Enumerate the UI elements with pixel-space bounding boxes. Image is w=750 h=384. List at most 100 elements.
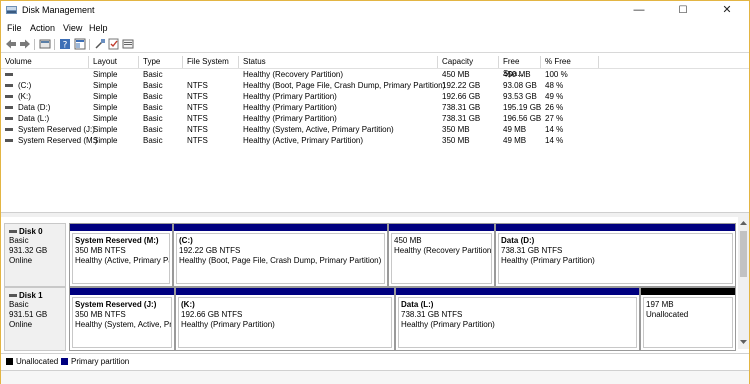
volume-icon [5, 139, 13, 142]
disk-size: 931.32 GB [9, 246, 48, 255]
settings-icon[interactable] [122, 38, 134, 50]
volume-cell-layout: Simple [93, 81, 118, 90]
menu-action[interactable]: Action [30, 23, 55, 33]
volume-cell-pct: 27 % [545, 114, 564, 123]
volume-row[interactable]: (C:) Simple Basic NTFS Healthy (Boot, Page F… [1, 80, 601, 91]
volume-cell-volume: Data (L:) [18, 114, 50, 123]
partition-size: 738.31 GB NTFS [501, 246, 563, 255]
properties-icon[interactable] [39, 38, 51, 50]
partition-type-bar [389, 224, 494, 231]
disk-state: Online [9, 256, 33, 265]
partition-k[interactable]: (K:) 192.66 GB NTFS Healthy (Primary Par… [175, 287, 395, 351]
show-hide-icon[interactable] [74, 38, 86, 50]
partition-type-bar [70, 224, 172, 231]
disk-name: Disk 1 [19, 291, 43, 300]
help-icon[interactable]: ? [59, 38, 71, 50]
partition-data-l[interactable]: Data (L:) 738.31 GB NTFS Healthy (Primar… [395, 287, 640, 351]
toolbar-separator [34, 39, 35, 50]
volume-list: Volume Layout Type File System Status Ca… [1, 55, 749, 211]
volume-cell-capacity: 350 MB [442, 136, 470, 145]
volume-cell-layout: Simple [93, 125, 118, 134]
column-header-volume[interactable]: Volume [1, 56, 89, 68]
volume-cell-layout: Simple [93, 114, 118, 123]
connect-icon[interactable] [94, 38, 106, 50]
volume-row[interactable]: System Reserved (J:) Simple Basic NTFS Healt… [1, 124, 601, 135]
volume-icon [5, 128, 13, 131]
column-header-capacity[interactable]: Capacity [438, 56, 499, 68]
column-header-free-space[interactable]: Free Spa... [499, 56, 541, 78]
status-bar [1, 370, 749, 384]
volume-list-header: Volume Layout Type File System Status Ca… [1, 55, 749, 78]
volume-cell-status: Healthy (Active, Primary Partition) [243, 136, 364, 145]
close-button[interactable]: ✕ [705, 1, 749, 20]
svg-text:?: ? [63, 41, 68, 51]
column-header-file-system[interactable]: File System [183, 56, 239, 68]
check-icon[interactable] [108, 38, 120, 50]
volume-row[interactable]: Simple Basic Healthy (Recovery Partition) 4… [1, 69, 601, 80]
volume-cell-fs: NTFS [187, 103, 208, 112]
volume-cell-free: 450 MB [503, 70, 531, 79]
partition-system-reserved-m[interactable]: System Reserved (M:) 350 MB NTFS Healthy… [69, 223, 173, 287]
volume-cell-fs: NTFS [187, 136, 208, 145]
partition-name: System Reserved (M:) [75, 236, 159, 245]
scrollbar-thumb[interactable] [740, 231, 747, 277]
partition-data-d[interactable]: Data (D:) 738.31 GB NTFS Healthy (Primar… [495, 223, 736, 287]
scroll-up-icon[interactable] [740, 220, 747, 226]
volume-cell-type: Basic [143, 103, 163, 112]
disk-state: Online [9, 320, 33, 329]
volume-cell-free: 49 MB [503, 136, 527, 145]
partition-unallocated[interactable]: 197 MB Unallocated [640, 287, 736, 351]
back-icon[interactable] [5, 38, 17, 50]
volume-cell-fs: NTFS [187, 92, 208, 101]
volume-cell-pct: 14 % [545, 125, 564, 134]
disk-map-scrollbar[interactable] [738, 217, 749, 349]
volume-cell-status: Healthy (Primary Partition) [243, 114, 337, 123]
column-header-percent-free[interactable]: % Free [541, 56, 599, 68]
column-header-status[interactable]: Status [239, 56, 438, 68]
volume-cell-pct: 26 % [545, 103, 564, 112]
menu-file[interactable]: File [7, 23, 22, 33]
scroll-down-icon[interactable] [740, 339, 747, 345]
volume-cell-layout: Simple [93, 70, 118, 79]
partition-c[interactable]: (C:) 192.22 GB NTFS Healthy (Boot, Page … [173, 223, 388, 287]
partition-size: 192.22 GB NTFS [179, 246, 241, 255]
title-bar[interactable]: Disk Management — ☐ ✕ [1, 1, 749, 20]
partition-recovery[interactable]: 450 MB Healthy (Recovery Partition) [388, 223, 495, 287]
partition-system-reserved-j[interactable]: System Reserved (J:) 350 MB NTFS Healthy… [69, 287, 175, 351]
partition-type-bar [496, 224, 735, 231]
volume-cell-free: 195.19 GB [503, 103, 542, 112]
volume-icon [5, 73, 13, 76]
partition-size: 350 MB NTFS [75, 310, 126, 319]
volume-cell-volume: (K:) [18, 92, 31, 101]
volume-row[interactable]: (K:) Simple Basic NTFS Healthy (Primary Part… [1, 91, 601, 102]
volume-cell-fs: NTFS [187, 114, 208, 123]
window-title: Disk Management [22, 5, 95, 15]
volume-row[interactable]: Data (L:) Simple Basic NTFS Healthy (Primary… [1, 113, 601, 124]
volume-cell-volume: (C:) [18, 81, 32, 90]
volume-row[interactable]: Data (D:) Simple Basic NTFS Healthy (Primary… [1, 102, 601, 113]
toolbar: ? [1, 36, 749, 53]
volume-cell-type: Basic [143, 70, 163, 79]
volume-cell-capacity: 192.66 GB [442, 92, 481, 101]
column-header-layout[interactable]: Layout [89, 56, 139, 68]
disk-icon [9, 294, 17, 298]
disk-0-label[interactable]: Disk 0 Basic 931.32 GB Online [4, 223, 66, 287]
maximize-button[interactable]: ☐ [661, 1, 705, 20]
volume-cell-capacity: 450 MB [442, 70, 470, 79]
volume-icon [5, 95, 13, 98]
partition-size: 192.66 GB NTFS [181, 310, 243, 319]
volume-cell-pct: 49 % [545, 92, 564, 101]
minimize-button[interactable]: — [617, 1, 661, 20]
volume-cell-status: Healthy (System, Active, Primary Partiti… [243, 125, 394, 134]
partition-name: Data (D:) [501, 236, 535, 245]
column-header-type[interactable]: Type [139, 56, 183, 68]
volume-row[interactable]: System Reserved (M:) Simple Basic NTFS Healt… [1, 135, 601, 146]
disk-1-label[interactable]: Disk 1 Basic 931.51 GB Online [4, 287, 66, 351]
menu-help[interactable]: Help [89, 23, 108, 33]
menu-view[interactable]: View [63, 23, 82, 33]
volume-cell-free: 49 MB [503, 125, 527, 134]
volume-cell-pct: 14 % [545, 136, 564, 145]
partition-status: Healthy (Primary Partition) [501, 256, 595, 265]
forward-icon[interactable] [19, 38, 31, 50]
partition-size: 197 MB [646, 300, 674, 309]
